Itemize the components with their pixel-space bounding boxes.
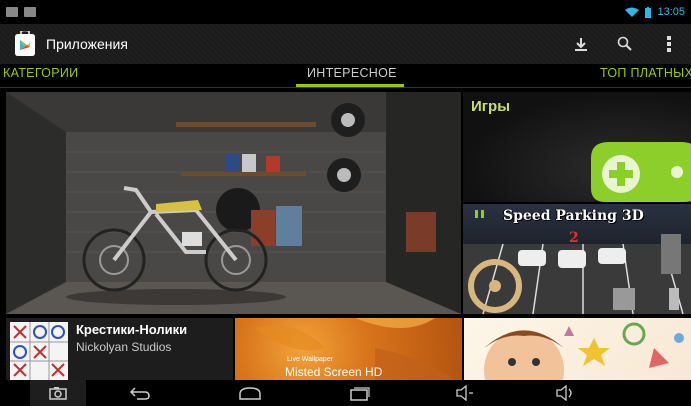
- app-tile-tictactoe[interactable]: Крестики-Нолики Nickolyan Studios: [6, 318, 233, 380]
- tictactoe-icon: [10, 322, 68, 380]
- volume-up-button[interactable]: [545, 380, 585, 406]
- more-vert-icon: [667, 36, 671, 52]
- navigation-bar: [0, 380, 691, 406]
- games-label: Игры: [471, 98, 511, 115]
- garage-scene-image: [6, 92, 461, 314]
- tab-categories[interactable]: КАТЕГОРИИ: [3, 66, 78, 80]
- battery-icon: [645, 6, 652, 18]
- back-icon: [129, 387, 150, 400]
- downloads-button[interactable]: [559, 24, 603, 64]
- volume-down-icon: [456, 385, 473, 401]
- app-title: Приложения: [46, 36, 128, 52]
- home-icon: [239, 387, 261, 400]
- camera-icon: [49, 387, 67, 400]
- featured-banner-motorbike[interactable]: [6, 92, 461, 314]
- app-tile-kids[interactable]: [464, 318, 691, 380]
- overflow-menu-button[interactable]: [647, 24, 691, 64]
- wifi-icon: [625, 7, 640, 17]
- app-tile-speed-parking[interactable]: 2 Speed Parking 3D: [463, 204, 691, 314]
- gamepad-icon: [591, 142, 691, 202]
- wallpaper-subtitle: Live Wallpaper: [287, 356, 334, 363]
- tab-indicator: [296, 84, 404, 87]
- screenshot-button[interactable]: [30, 380, 86, 406]
- recent-apps-button[interactable]: [340, 380, 380, 406]
- clock: 13:05: [657, 6, 685, 18]
- recent-apps-icon: [350, 387, 370, 401]
- volume-up-icon: [556, 385, 572, 401]
- volume-down-button[interactable]: [445, 380, 485, 406]
- parking-title: Speed Parking 3D: [503, 208, 644, 224]
- email-icon: [6, 7, 18, 17]
- category-tile-games[interactable]: Игры: [463, 92, 691, 202]
- play-store-icon[interactable]: [12, 29, 38, 57]
- tab-strip: КАТЕГОРИИ ИНТЕРЕСНОЕ ТОП ПЛАТНЫХ: [0, 64, 691, 88]
- back-button[interactable]: [120, 380, 160, 406]
- tab-top-paid[interactable]: ТОП ПЛАТНЫХ: [600, 66, 691, 80]
- tictactoe-developer: Nickolyan Studios: [76, 340, 172, 354]
- search-button[interactable]: [603, 24, 647, 64]
- app-tile-misted-screen[interactable]: Live Wallpaper Misted Screen HD: [235, 318, 462, 380]
- tab-featured[interactable]: ИНТЕРЕСНОЕ: [307, 66, 397, 80]
- home-button[interactable]: [230, 380, 270, 406]
- tictactoe-app-name: Крестики-Нолики: [76, 322, 188, 337]
- kids-cartoon-image: [484, 322, 684, 380]
- action-bar: Приложения: [0, 24, 691, 64]
- wallpaper-title: Misted Screen HD: [285, 365, 383, 379]
- status-bar: 13:05: [0, 0, 691, 24]
- parking-level-number: 2: [569, 230, 579, 246]
- search-icon: [617, 36, 632, 51]
- screenshot-icon: [24, 7, 36, 17]
- download-icon: [575, 38, 587, 51]
